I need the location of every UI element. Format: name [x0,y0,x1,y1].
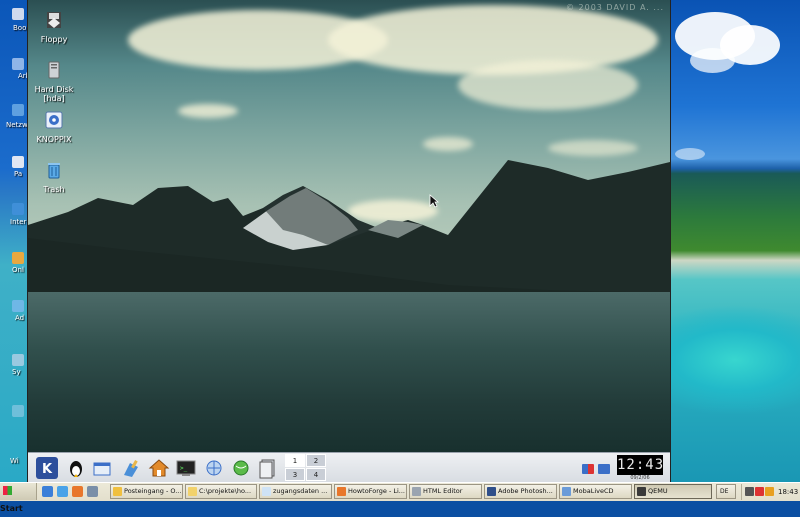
kde-menu-icon[interactable]: K [36,457,58,479]
floppy-desktop-icon[interactable]: Floppy [29,10,79,44]
firefox-quicklaunch-icon[interactable] [72,486,83,497]
virtual-desktop-pager: 1 2 3 4 [285,454,327,482]
language-label: DE [720,488,729,495]
start-button[interactable]: Start [0,483,37,513]
mouse-cursor-icon [429,194,439,208]
host-desktop-icon[interactable] [12,300,24,312]
taskbar-button-html-editor[interactable]: HTML Editor [409,484,482,499]
desktop-icon-label: Trash [43,185,65,194]
taskbar-button-notepad[interactable]: zugangsdaten ... [259,484,332,499]
firefox-icon [337,487,346,496]
globe-icon[interactable] [230,457,252,479]
trash-desktop-icon[interactable]: Trash [29,160,79,194]
photoshop-icon [487,487,496,496]
host-cloud [675,148,705,160]
trash-icon [48,163,60,179]
knoppix-desktop-icon[interactable]: KNOPPIX [29,110,79,144]
sky-cloud [458,60,638,110]
network-icon[interactable] [203,457,225,479]
pager-desktop-1[interactable]: 1 [285,454,305,467]
kicker-clock[interactable]: 12:43 [617,455,663,475]
terminal-icon[interactable]: >_ [175,457,197,479]
floppy-icon [47,12,61,28]
pager-desktop-3[interactable]: 3 [285,468,305,481]
html-editor-icon [412,487,421,496]
notepad-icon [262,487,271,496]
taskbar-button-label: C:\projekte\ho... [199,487,252,495]
tray-security-icon[interactable] [755,487,764,496]
host-desktop-icon[interactable] [12,405,24,417]
host-desktop-icon[interactable] [12,8,24,20]
taskbar-button-label: QEMU [648,487,668,495]
ie-icon[interactable] [57,486,68,497]
taskbar-button-label: Posteingang - O... [124,487,182,495]
host-desktop-icon[interactable] [12,252,24,264]
taskbar-button-qemu[interactable]: QEMU [634,484,712,499]
qemu-icon [637,487,646,496]
knoppix-icon [45,111,63,129]
taskbar-button-posteingang[interactable]: Posteingang - O... [110,484,183,499]
svg-text:>_: >_ [180,465,188,472]
sky-cloud [178,104,238,118]
host-cloud [690,48,735,73]
window-icon[interactable] [91,457,113,479]
taskbar-button-photoshop[interactable]: Adobe Photosh... [484,484,557,499]
mountain-range [28,160,670,300]
desktop-icon-label: Hard Disk [hda] [34,85,74,103]
files-icon[interactable] [257,457,279,479]
taskbar-clock[interactable]: 18:43 [778,484,798,500]
keyboard-layout-icon[interactable] [582,464,594,474]
host-desktop-icon[interactable] [12,104,24,116]
outlook-icon [113,487,122,496]
kde-kicker-panel: K >_ 1 2 3 4 12:43 09/2/06 [28,452,670,482]
paint-icon[interactable] [120,457,142,479]
host-desktop-icon[interactable] [12,354,24,366]
taskbar-button-label: HTML Editor [423,487,463,495]
home-icon[interactable] [148,457,170,479]
host-desktop-icon[interactable] [12,203,24,215]
desktop-icon-label: Floppy [40,35,68,44]
pager-desktop-4[interactable]: 4 [306,468,326,481]
penguin-icon[interactable] [65,457,87,479]
start-label: Start [0,504,23,513]
wallpaper-watermark: © 2003 DAVID A. ... [565,3,664,12]
sky-cloud [423,137,473,151]
taskbar-button-explorer[interactable]: C:\projekte\ho... [185,484,257,499]
taskbar-button-label: zugangsdaten ... [273,487,328,495]
moba-icon [562,487,571,496]
taskbar-button-label: HowtoForge - Li... [348,487,405,495]
system-tray: 18:43 [741,484,800,500]
folder-icon [188,487,197,496]
hard-disk-desktop-icon[interactable]: Hard Disk [hda] [29,60,79,103]
desktop-icon-label: KNOPPIX [36,135,72,144]
windows-taskbar: Start Posteingang - O... C:\projekte\ho.… [0,482,800,513]
tray-arrow-icon[interactable] [745,487,754,496]
lake-water [28,292,670,452]
pager-desktop-2[interactable]: 2 [306,454,326,467]
taskbar-button-label: Adobe Photosh... [498,487,553,495]
media-quicklaunch-icon[interactable] [87,486,98,497]
qemu-guest-screen[interactable]: © 2003 DAVID A. ... Floppy Hard Disk [hd… [27,0,671,482]
taskbar-button-label: MobaLiveCD [573,487,614,495]
host-desktop-icon[interactable] [12,156,24,168]
show-desktop-icon[interactable] [42,486,53,497]
network-tray-icon[interactable] [598,464,610,474]
host-desktop-icon[interactable] [12,58,24,70]
taskbar-button-mobalivecd[interactable]: MobaLiveCD [559,484,632,499]
tray-app-icon[interactable] [765,487,774,496]
hard-disk-icon [48,61,60,79]
svg-text:K: K [42,462,53,477]
kicker-date: 09/2/06 [630,475,650,481]
windows-logo-icon [3,486,12,495]
language-indicator[interactable]: DE [716,484,736,499]
taskbar-button-firefox[interactable]: HowtoForge - Li... [334,484,407,499]
